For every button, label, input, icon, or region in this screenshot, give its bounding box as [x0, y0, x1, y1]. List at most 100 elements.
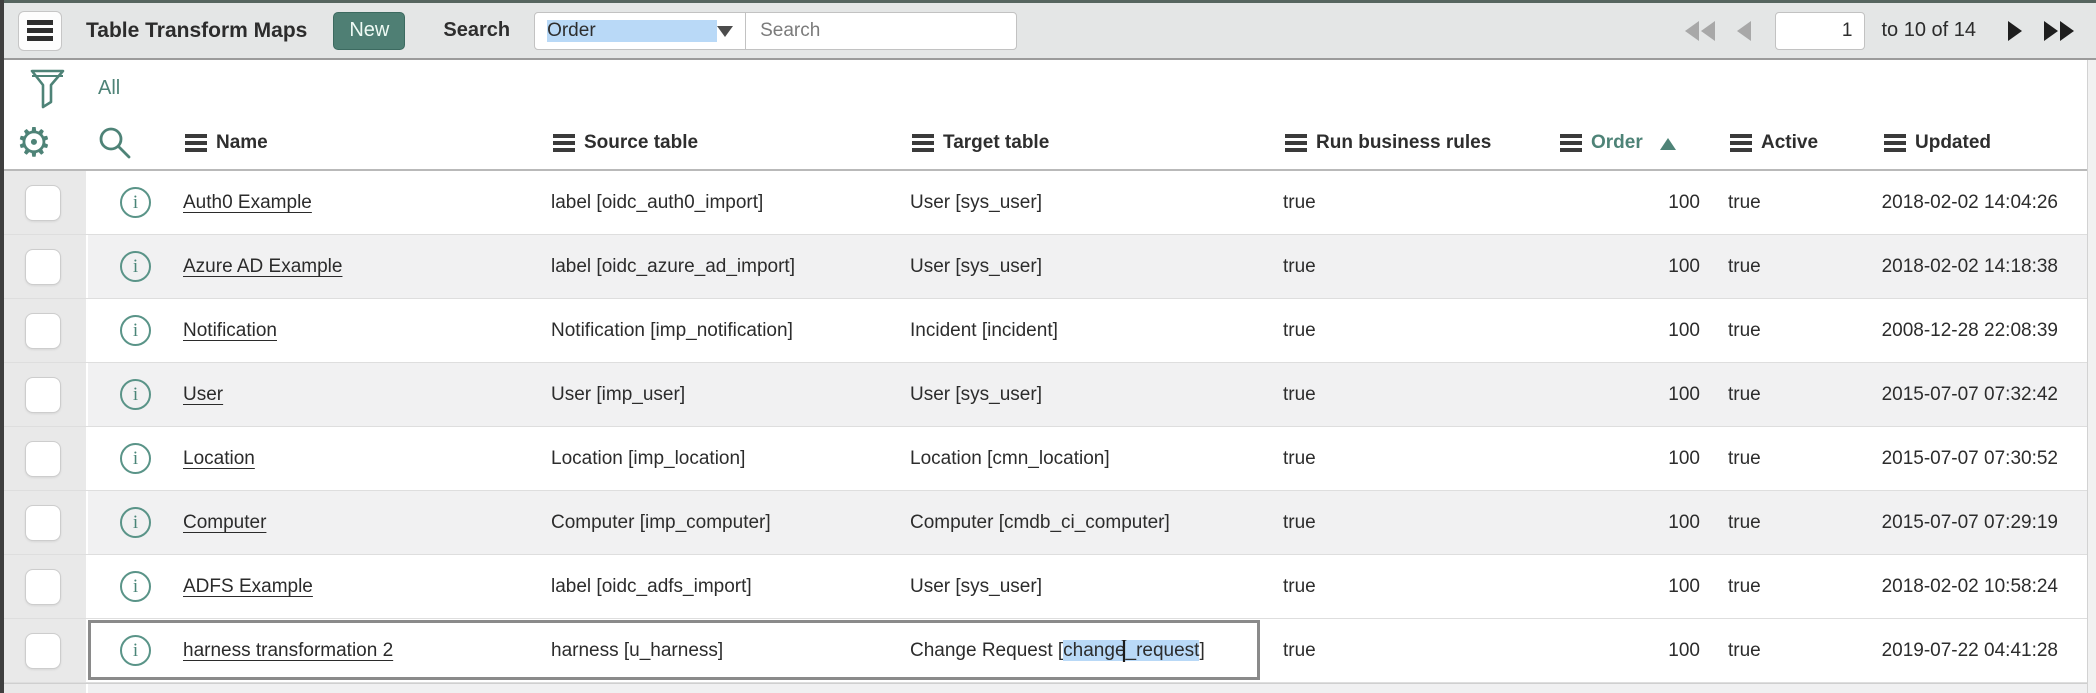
order-cell[interactable]: 100: [1558, 512, 1700, 534]
source-table-cell[interactable]: Location [imp_location]: [551, 448, 910, 470]
filter-all-link[interactable]: All: [98, 77, 120, 100]
vertical-scrollbar[interactable]: [2087, 60, 2096, 693]
order-cell[interactable]: 100: [1558, 576, 1700, 598]
previous-page-button[interactable]: [1737, 21, 1751, 41]
target-table-cell[interactable]: Incident [incident]: [910, 320, 1283, 342]
updated-cell[interactable]: 2018-02-02 14:18:38: [1878, 256, 2096, 278]
updated-cell[interactable]: 2015-07-07 07:29:19: [1878, 512, 2096, 534]
record-link[interactable]: Location: [183, 448, 255, 469]
info-icon[interactable]: i: [120, 315, 151, 346]
updated-cell[interactable]: 2015-07-07 07:30:52: [1878, 448, 2096, 470]
column-header-source-table[interactable]: Source table: [553, 132, 912, 154]
last-page-button[interactable]: [2044, 21, 2074, 41]
active-cell[interactable]: true: [1700, 512, 1878, 534]
gear-icon[interactable]: ⚙: [16, 123, 52, 163]
row-checkbox[interactable]: [25, 249, 61, 285]
record-link[interactable]: Notification: [183, 320, 277, 341]
next-page-button[interactable]: [2008, 21, 2022, 41]
source-table-cell[interactable]: Notification [imp_notification]: [551, 320, 910, 342]
source-table-cell[interactable]: harness [u_harness]: [551, 640, 910, 662]
page-number-input[interactable]: [1775, 12, 1865, 50]
record-link[interactable]: User: [183, 384, 223, 405]
run-business-rules-cell[interactable]: true: [1283, 576, 1558, 598]
run-business-rules-cell[interactable]: true: [1283, 512, 1558, 534]
info-icon[interactable]: i: [120, 187, 151, 218]
target-table-cell[interactable]: Computer [cmdb_ci_computer]: [910, 512, 1283, 534]
active-cell[interactable]: true: [1700, 640, 1878, 662]
column-header-name[interactable]: Name: [185, 132, 553, 154]
record-link[interactable]: Auth0 Example: [183, 192, 312, 213]
filter-icon[interactable]: [28, 67, 68, 109]
active-cell[interactable]: true: [1700, 192, 1878, 214]
column-header-order[interactable]: Order: [1560, 130, 1702, 156]
updated-cell[interactable]: 2008-12-28 22:08:39: [1878, 320, 2096, 342]
run-business-rules-cell[interactable]: true: [1283, 640, 1558, 662]
order-cell[interactable]: 100: [1558, 448, 1700, 470]
info-icon[interactable]: i: [120, 379, 151, 410]
source-table-cell[interactable]: User [imp_user]: [551, 384, 910, 406]
target-table-cell[interactable]: User [sys_user]: [910, 192, 1283, 214]
table-row[interactable]: i Location Location [imp_location] Locat…: [0, 427, 2096, 491]
row-checkbox[interactable]: [25, 505, 61, 541]
table-row[interactable]: i Auth0 Example label [oidc_auth0_import…: [0, 171, 2096, 235]
order-cell[interactable]: 100: [1558, 320, 1700, 342]
table-row[interactable]: i Computer Computer [imp_computer] Compu…: [0, 491, 2096, 555]
search-icon[interactable]: [97, 125, 133, 161]
column-header-updated[interactable]: Updated: [1880, 132, 2096, 154]
info-icon[interactable]: i: [120, 443, 151, 474]
active-cell[interactable]: true: [1700, 448, 1878, 470]
active-cell[interactable]: true: [1700, 256, 1878, 278]
new-button[interactable]: New: [333, 12, 405, 50]
active-cell[interactable]: true: [1700, 320, 1878, 342]
table-row[interactable]: i Notification Notification [imp_notific…: [0, 299, 2096, 363]
source-table-cell[interactable]: label [oidc_auth0_import]: [551, 192, 910, 214]
row-checkbox[interactable]: [25, 633, 61, 669]
info-icon[interactable]: i: [120, 635, 151, 666]
target-table-cell[interactable]: User [sys_user]: [910, 576, 1283, 598]
record-link[interactable]: Computer: [183, 512, 266, 533]
first-page-button[interactable]: [1685, 21, 1715, 41]
record-link[interactable]: Azure AD Example: [183, 256, 342, 277]
info-icon[interactable]: i: [120, 507, 151, 538]
record-link[interactable]: ADFS Example: [183, 576, 313, 597]
source-table-cell[interactable]: Computer [imp_computer]: [551, 512, 910, 534]
run-business-rules-cell[interactable]: true: [1283, 192, 1558, 214]
run-business-rules-cell[interactable]: true: [1283, 256, 1558, 278]
table-row[interactable]: i ADFS Example label [oidc_adfs_import] …: [0, 555, 2096, 619]
record-link[interactable]: harness transformation 2: [183, 640, 393, 661]
updated-cell[interactable]: 2018-02-02 14:04:26: [1878, 192, 2096, 214]
run-business-rules-cell[interactable]: true: [1283, 448, 1558, 470]
order-cell[interactable]: 100: [1558, 640, 1700, 662]
list-context-menu-button[interactable]: [18, 11, 62, 51]
row-checkbox[interactable]: [25, 313, 61, 349]
order-cell[interactable]: 100: [1558, 384, 1700, 406]
column-header-run-business-rules[interactable]: Run business rules: [1285, 132, 1560, 154]
search-input[interactable]: [745, 12, 1017, 50]
updated-cell[interactable]: 2019-07-22 04:41:28: [1878, 640, 2096, 662]
updated-cell[interactable]: 2015-07-07 07:32:42: [1878, 384, 2096, 406]
row-checkbox[interactable]: [25, 185, 61, 221]
source-table-cell[interactable]: label [oidc_azure_ad_import]: [551, 256, 910, 278]
row-checkbox[interactable]: [25, 569, 61, 605]
row-checkbox[interactable]: [25, 441, 61, 477]
column-header-target-table[interactable]: Target table: [912, 132, 1285, 154]
info-icon[interactable]: i: [120, 571, 151, 602]
run-business-rules-cell[interactable]: true: [1283, 320, 1558, 342]
run-business-rules-cell[interactable]: true: [1283, 384, 1558, 406]
column-header-active[interactable]: Active: [1702, 132, 1880, 154]
order-cell[interactable]: 100: [1558, 256, 1700, 278]
table-row-focused[interactable]: i harness transformation 2 harness [u_ha…: [0, 619, 2096, 683]
target-table-cell[interactable]: User [sys_user]: [910, 384, 1283, 406]
target-table-cell[interactable]: Location [cmn_location]: [910, 448, 1283, 470]
search-column-select[interactable]: Order: [534, 12, 746, 50]
active-cell[interactable]: true: [1700, 576, 1878, 598]
order-cell[interactable]: 100: [1558, 192, 1700, 214]
info-icon[interactable]: i: [120, 251, 151, 282]
target-table-cell[interactable]: Change Request [change_request ]: [910, 640, 1283, 662]
table-row[interactable]: i User User [imp_user] User [sys_user] t…: [0, 363, 2096, 427]
updated-cell[interactable]: 2018-02-02 10:58:24: [1878, 576, 2096, 598]
target-table-cell[interactable]: User [sys_user]: [910, 256, 1283, 278]
row-checkbox[interactable]: [25, 377, 61, 413]
table-row[interactable]: i Azure AD Example label [oidc_azure_ad_…: [0, 235, 2096, 299]
active-cell[interactable]: true: [1700, 384, 1878, 406]
